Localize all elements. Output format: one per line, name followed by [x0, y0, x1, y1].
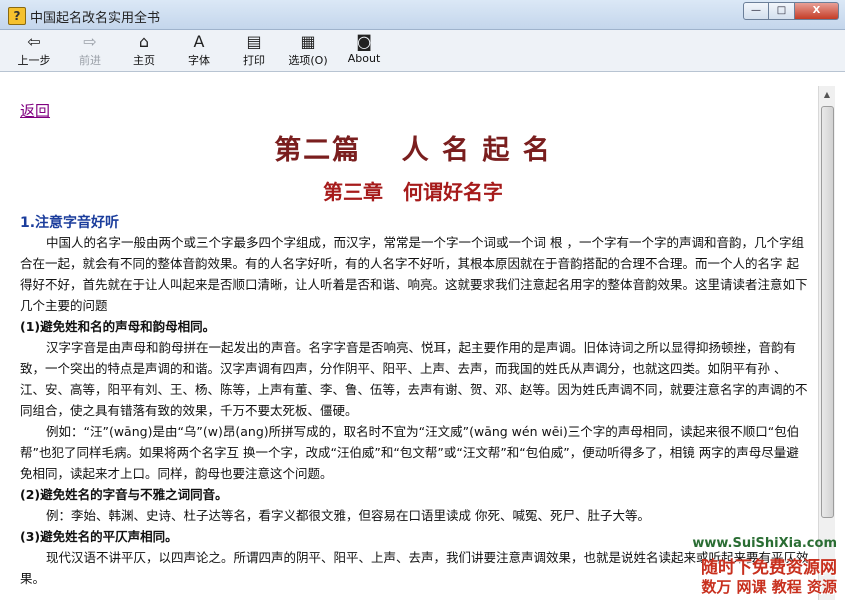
about-icon: ◙ [356, 32, 372, 51]
paragraph: 汉字字音是由声母和韵母拼在一起发出的声音。名字字音是否响亮、悦耳，起主要作用的是… [20, 340, 808, 418]
window-title: 中国起名改名实用全书 [30, 11, 161, 26]
scroll-thumb[interactable] [821, 106, 834, 518]
paragraph: 中国人的名字一般由两个或三个字最多四个字组成，而汉字，常常是一个字一个词或一个词… [20, 235, 808, 313]
chapter-title: 第三章 何谓好名字 [323, 180, 503, 204]
print-button-label: 打印 [243, 54, 265, 67]
watermark-subtitle: 数万 网课 教程 资源 [701, 578, 837, 596]
printer-icon: ▤ [246, 32, 262, 51]
watermark: www.SuiShiXia.com 随时下免费资源网 数万 网课 教程 资源 [683, 536, 843, 598]
scroll-up-icon[interactable]: ▲ [819, 86, 835, 103]
vertical-scrollbar[interactable]: ▲ ▼ [818, 86, 835, 600]
back-button-label: 上一步 [17, 54, 51, 67]
title-bar[interactable]: ? 中国起名改名实用全书 — □ X [0, 0, 845, 30]
minimize-button[interactable]: — [743, 2, 769, 20]
window-controls: — □ X [743, 2, 839, 20]
back-link[interactable]: 返回 [20, 100, 50, 121]
forward-button-label: 前进 [79, 54, 101, 67]
forward-button[interactable]: ⇨ 前进 [68, 32, 112, 70]
options-icon: ▦ [300, 32, 316, 51]
font-button-label: 字体 [188, 54, 210, 67]
forward-arrow-icon: ⇨ [83, 32, 97, 51]
back-button[interactable]: ⇦ 上一步 [12, 32, 56, 70]
subheading: (2)避免姓名的字音与不雅之词同音。 [20, 487, 228, 502]
home-button[interactable]: ⌂ 主页 [122, 32, 166, 70]
watermark-url: www.SuiShiXia.com [692, 536, 837, 551]
watermark-title: 随时下免费资源网 [701, 558, 837, 578]
document-view[interactable]: 返回 第二篇 人 名 起 名 第三章 何谓好名字 1.注意字音好听 中国人的名字… [8, 86, 818, 600]
home-icon: ⌂ [138, 32, 150, 51]
subheading: (1)避免姓和名的声母和韵母相同。 [20, 319, 216, 334]
maximize-button[interactable]: □ [769, 2, 795, 20]
font-button[interactable]: A 字体 [177, 32, 221, 70]
options-button-label: 选项(O) [288, 54, 328, 67]
paragraph: 例如：“汪”(wāng)是由“乌”(w)昂(ang)所拼写成的，取名时不宜为“汪… [20, 424, 800, 481]
section-title: 1.注意字音好听 [20, 215, 120, 231]
back-arrow-icon: ⇦ [27, 32, 41, 51]
part-title: 第二篇 人 名 起 名 [274, 135, 552, 166]
about-button[interactable]: ◙ About [342, 32, 386, 70]
paragraph: 例：李始、韩渊、史诗、杜子达等名，看字义都很文雅，但容易在口语里读成 你死、喊冤… [46, 508, 650, 523]
home-button-label: 主页 [133, 54, 155, 67]
close-button[interactable]: X [795, 2, 839, 20]
app-icon: ? [8, 7, 26, 25]
toolbar: ⇦ 上一步 ⇨ 前进 ⌂ 主页 A 字体 ▤ 打印 ▦ 选项(O) ◙ Abou… [0, 30, 845, 72]
font-icon: A [193, 32, 205, 51]
options-button[interactable]: ▦ 选项(O) [286, 32, 330, 70]
about-button-label: About [347, 52, 381, 65]
print-button[interactable]: ▤ 打印 [232, 32, 276, 70]
